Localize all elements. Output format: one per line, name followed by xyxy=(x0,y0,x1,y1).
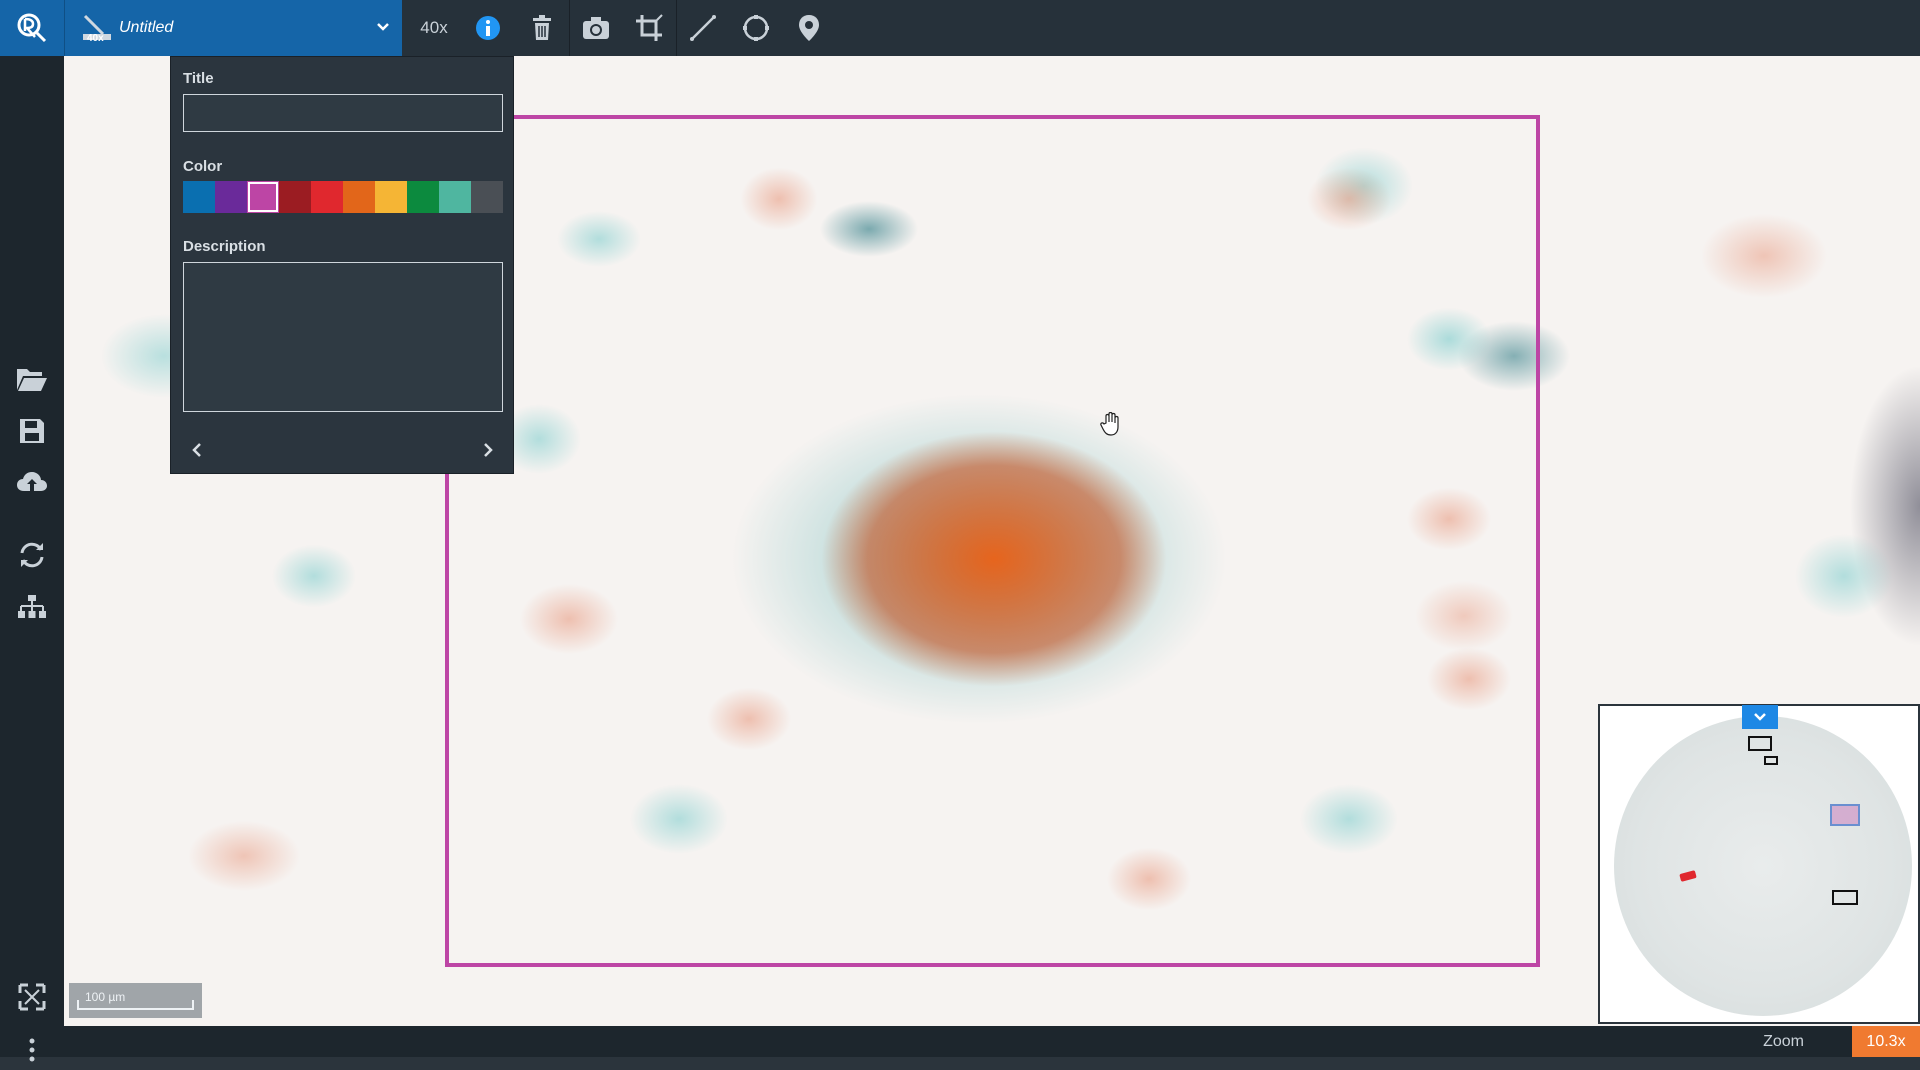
line-tool-button[interactable] xyxy=(681,0,725,56)
left-sidebar xyxy=(0,56,64,1062)
pin-tool-button[interactable] xyxy=(787,0,831,56)
minimap-annotation-box[interactable] xyxy=(1832,890,1858,905)
more-button[interactable] xyxy=(0,1030,64,1070)
folder-open-icon xyxy=(17,369,47,391)
title-input[interactable] xyxy=(183,94,503,132)
scale-bar: 100 µm xyxy=(69,983,202,1018)
color-swatch[interactable] xyxy=(375,181,407,213)
color-swatch[interactable] xyxy=(311,181,343,213)
ruler-line-icon xyxy=(690,15,716,41)
title-label: Title xyxy=(183,70,214,87)
color-swatch[interactable] xyxy=(343,181,375,213)
hierarchy-button[interactable] xyxy=(0,587,64,627)
crop-icon xyxy=(636,14,663,41)
color-label: Color xyxy=(183,158,223,175)
save-icon xyxy=(20,419,44,443)
chevron-down-icon xyxy=(377,23,389,31)
minimap-viewport-box[interactable] xyxy=(1830,804,1860,826)
refresh-icon xyxy=(20,542,44,568)
top-toolbar: 40x Untitled 40x xyxy=(0,0,1920,56)
map-pin-icon xyxy=(799,15,819,41)
toolbar-divider xyxy=(676,0,677,56)
chevron-right-icon xyxy=(484,443,493,457)
color-swatch[interactable] xyxy=(439,181,471,213)
slide-thumb-magnification: 40x xyxy=(87,33,104,44)
color-swatch[interactable] xyxy=(183,181,215,213)
description-label: Description xyxy=(183,238,266,255)
magnification-button[interactable]: 40x xyxy=(408,0,460,56)
zoom-value[interactable]: 10.3x xyxy=(1852,1026,1920,1057)
zoom-label: Zoom xyxy=(1763,1033,1804,1050)
info-button[interactable] xyxy=(466,0,510,56)
pan-hand-icon xyxy=(1100,412,1119,436)
toolbar-divider xyxy=(569,0,570,56)
scale-bar-label: 100 µm xyxy=(85,990,126,1004)
circle-icon xyxy=(743,15,769,41)
refresh-button[interactable] xyxy=(0,535,64,575)
fit-screen-button[interactable] xyxy=(0,977,64,1017)
slide-name: Untitled xyxy=(119,19,174,36)
upload-button[interactable] xyxy=(0,464,64,504)
open-button[interactable] xyxy=(0,359,64,399)
save-button[interactable] xyxy=(0,411,64,451)
magnification-label: 40x xyxy=(420,18,448,37)
logo-icon xyxy=(17,13,47,43)
chevron-down-icon xyxy=(1754,713,1766,721)
minimap-annotation-box[interactable] xyxy=(1748,736,1772,751)
minimap-annotation-box[interactable] xyxy=(1764,756,1778,765)
trash-icon xyxy=(533,15,551,40)
status-bar: Zoom 10.3x xyxy=(64,1026,1920,1057)
chevron-left-icon xyxy=(192,443,201,457)
crop-button[interactable] xyxy=(627,0,671,56)
color-swatch[interactable] xyxy=(279,181,311,213)
minimap-toggle-button[interactable] xyxy=(1742,705,1778,729)
region-of-interest-annotation[interactable] xyxy=(445,115,1540,967)
circle-tool-button[interactable] xyxy=(734,0,778,56)
color-swatch[interactable] xyxy=(471,181,503,213)
delete-button[interactable] xyxy=(520,0,564,56)
annotation-panel: Title Color Description xyxy=(170,56,514,474)
color-swatch[interactable] xyxy=(407,181,439,213)
cloud-upload-icon xyxy=(17,472,47,496)
color-swatches xyxy=(183,181,503,213)
snapshot-button[interactable] xyxy=(574,0,618,56)
previous-annotation-button[interactable] xyxy=(182,435,212,465)
app-logo[interactable] xyxy=(0,0,64,56)
fit-screen-icon xyxy=(18,983,46,1011)
sitemap-icon xyxy=(18,595,46,618)
camera-icon xyxy=(583,17,609,39)
slide-selector-dropdown[interactable]: 40x Untitled xyxy=(64,0,402,56)
next-annotation-button[interactable] xyxy=(473,435,503,465)
description-textarea[interactable] xyxy=(183,262,503,412)
slide-overview xyxy=(1614,716,1912,1016)
color-swatch[interactable] xyxy=(215,181,247,213)
overview-minimap[interactable] xyxy=(1598,704,1920,1024)
color-swatch[interactable] xyxy=(247,181,279,213)
info-icon xyxy=(476,16,500,40)
more-vert-icon xyxy=(29,1038,35,1062)
